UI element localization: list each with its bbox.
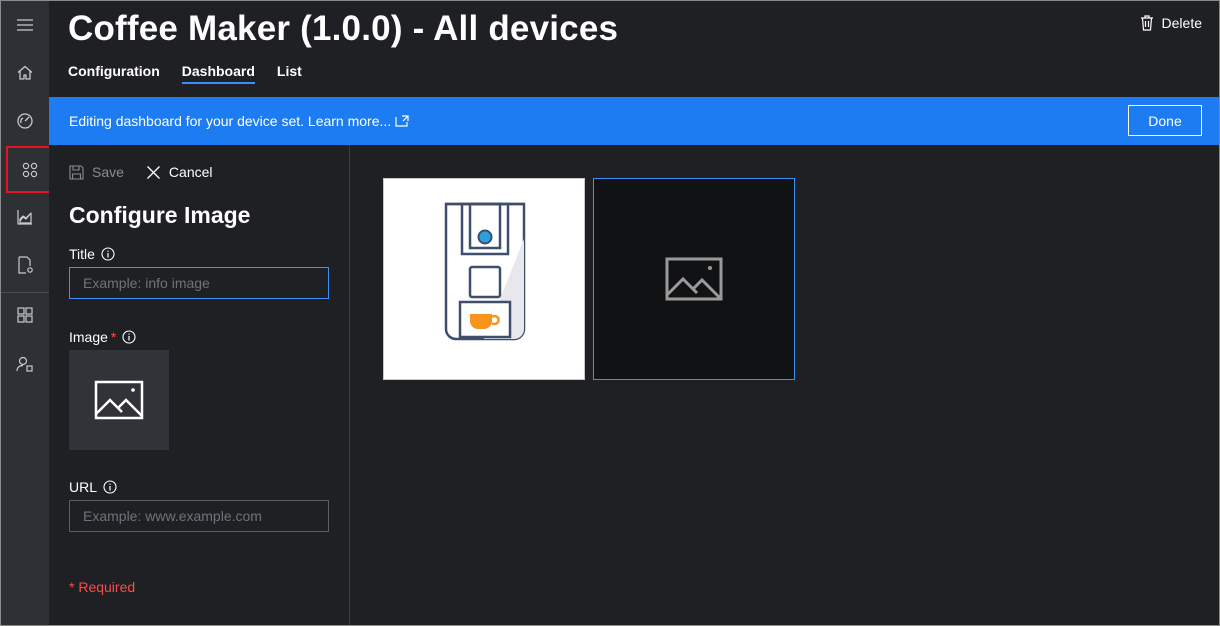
title-label-text: Title bbox=[69, 246, 95, 262]
info-icon[interactable] bbox=[122, 330, 136, 344]
banner-text: Editing dashboard for your device set. L… bbox=[69, 113, 392, 129]
trash-icon bbox=[1140, 15, 1153, 31]
nav-analytics[interactable] bbox=[1, 193, 49, 241]
coffee-maker-image-tile[interactable] bbox=[383, 178, 585, 380]
nav-jobs[interactable] bbox=[1, 241, 49, 289]
nav-administration[interactable] bbox=[1, 340, 49, 388]
tab-list[interactable]: List bbox=[277, 63, 302, 84]
nav-device-templates[interactable] bbox=[6, 146, 53, 193]
tab-bar: Configuration Dashboard List bbox=[68, 63, 302, 84]
done-button[interactable]: Done bbox=[1128, 105, 1202, 136]
nav-home[interactable] bbox=[1, 49, 49, 97]
image-upload-placeholder[interactable] bbox=[69, 350, 169, 450]
tab-configuration[interactable]: Configuration bbox=[68, 63, 160, 84]
image-field-label: Image * bbox=[69, 329, 136, 345]
close-icon bbox=[146, 165, 160, 179]
url-field-label: URL bbox=[69, 479, 117, 495]
nav-app-builder[interactable] bbox=[1, 291, 49, 339]
required-note: * Required bbox=[69, 579, 136, 595]
save-button[interactable]: Save bbox=[69, 164, 124, 180]
menu-button[interactable] bbox=[1, 1, 49, 49]
image-placeholder-icon bbox=[94, 380, 144, 420]
cancel-button[interactable]: Cancel bbox=[146, 164, 213, 180]
cancel-label: Cancel bbox=[168, 164, 213, 180]
save-disk-icon bbox=[69, 164, 84, 180]
device-templates-icon bbox=[22, 162, 37, 177]
delete-label: Delete bbox=[1161, 15, 1202, 31]
coffee-machine-illustration bbox=[444, 202, 526, 341]
configure-panel: Save Cancel Configure Image Title Image … bbox=[49, 145, 350, 625]
panel-title: Configure Image bbox=[69, 202, 251, 228]
required-asterisk: * bbox=[110, 329, 117, 345]
page-header: Coffee Maker (1.0.0) - All devices Confi… bbox=[49, 1, 1219, 97]
home-icon bbox=[17, 65, 33, 80]
left-nav-rail bbox=[1, 1, 53, 625]
editing-banner: Editing dashboard for your device set. L… bbox=[49, 97, 1219, 145]
title-input[interactable] bbox=[69, 267, 329, 299]
url-label-text: URL bbox=[69, 479, 98, 495]
image-label-text: Image bbox=[69, 329, 108, 345]
app-window: Coffee Maker (1.0.0) - All devices Confi… bbox=[0, 0, 1220, 626]
delete-button[interactable]: Delete bbox=[1140, 15, 1202, 31]
title-field-label: Title bbox=[69, 246, 115, 262]
page-title: Coffee Maker (1.0.0) - All devices bbox=[68, 9, 619, 48]
dashboard-gauge-icon bbox=[17, 113, 33, 129]
hamburger-menu-icon bbox=[17, 19, 33, 31]
image-placeholder-icon bbox=[665, 257, 723, 301]
jobs-document-gear-icon bbox=[18, 256, 33, 274]
info-icon[interactable] bbox=[103, 480, 117, 494]
user-admin-icon bbox=[16, 356, 33, 372]
save-label: Save bbox=[92, 164, 124, 180]
url-input[interactable] bbox=[69, 500, 329, 532]
banner-message[interactable]: Editing dashboard for your device set. L… bbox=[69, 113, 409, 129]
external-link-icon bbox=[395, 115, 409, 127]
empty-image-tile[interactable] bbox=[593, 178, 795, 380]
command-bar: Save Cancel bbox=[69, 164, 213, 180]
nav-dashboard[interactable] bbox=[1, 97, 49, 145]
tab-dashboard[interactable]: Dashboard bbox=[181, 63, 255, 84]
dashboard-canvas bbox=[350, 145, 1219, 625]
info-icon[interactable] bbox=[101, 247, 115, 261]
analytics-chart-icon bbox=[17, 210, 32, 225]
grid-tiles-icon bbox=[17, 307, 33, 323]
